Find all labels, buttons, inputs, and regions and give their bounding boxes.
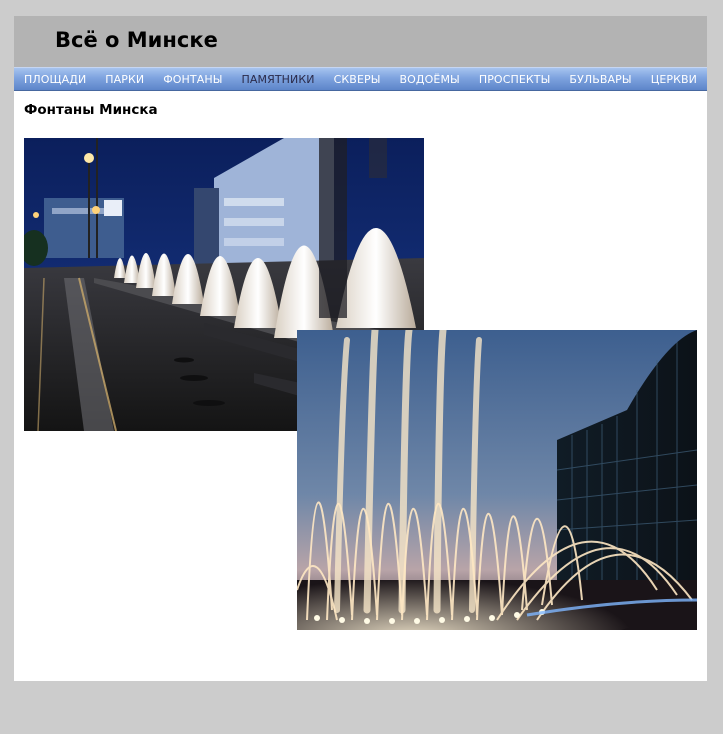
nav-item-prospekty[interactable]: ПРОСПЕКТЫ (479, 73, 551, 86)
nav-item-pamyatniki[interactable]: ПАМЯТНИКИ (242, 73, 315, 86)
nav-item-ploshchadi[interactable]: ПЛОЩАДИ (24, 73, 86, 86)
nav-list: ПЛОЩАДИ ПАРКИ ФОНТАНЫ ПАМЯТНИКИ СКВЕРЫ В… (14, 68, 707, 90)
fountain-photo-dusk-arc (297, 330, 697, 630)
page-container: Всё о Минске ПЛОЩАДИ ПАРКИ ФОНТАНЫ ПАМЯТ… (14, 16, 707, 681)
nav-item-tserkvi[interactable]: ЦЕРКВИ (651, 73, 697, 86)
site-title: Всё о Минске (55, 28, 218, 52)
nav-item-fontany[interactable]: ФОНТАНЫ (163, 73, 222, 86)
main-navigation: ПЛОЩАДИ ПАРКИ ФОНТАНЫ ПАМЯТНИКИ СКВЕРЫ В… (14, 67, 707, 91)
nav-item-skvery[interactable]: СКВЕРЫ (334, 73, 381, 86)
site-header: Всё о Минске (14, 16, 707, 67)
nav-item-bulvary[interactable]: БУЛЬВАРЫ (569, 73, 631, 86)
section-heading: Фонтаны Минска (24, 102, 158, 118)
nav-item-vodoemy[interactable]: ВОДОЁМЫ (400, 73, 460, 86)
nav-item-parki[interactable]: ПАРКИ (105, 73, 144, 86)
